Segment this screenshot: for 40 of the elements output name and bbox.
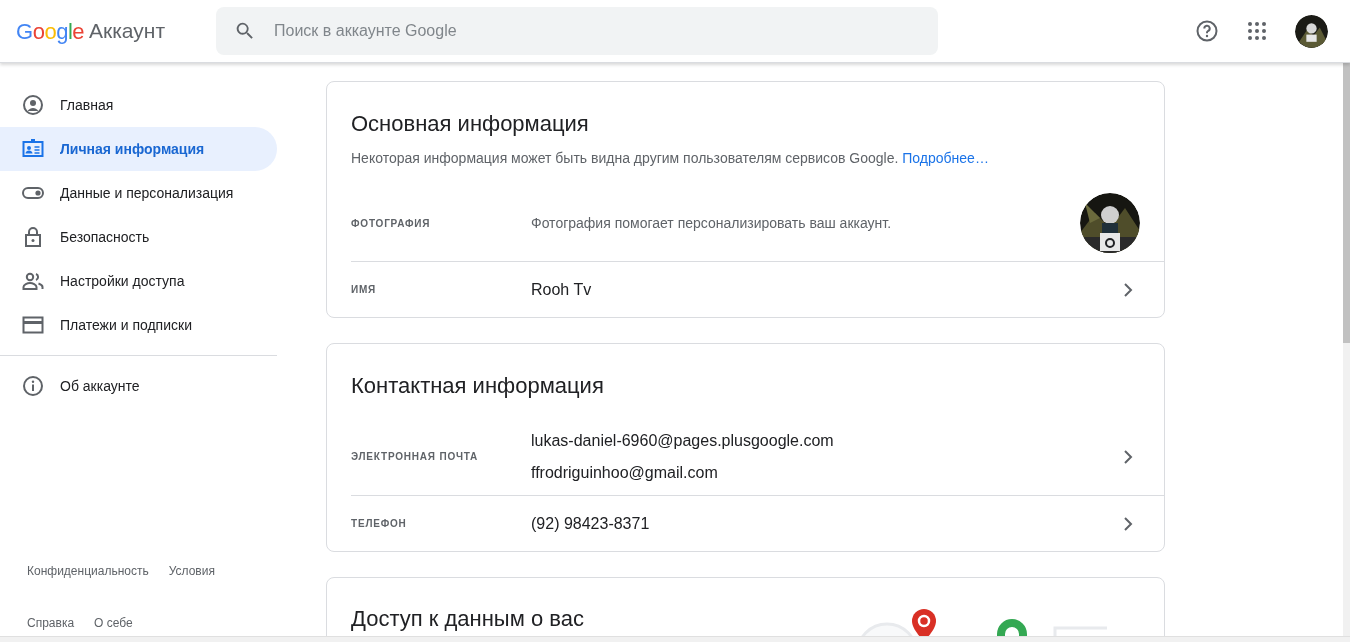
nav-item[interactable]: Данные и персонализация (0, 171, 277, 215)
row-label: ФОТОГРАФИЯ (351, 216, 432, 231)
camera-icon[interactable] (1100, 233, 1120, 251)
card-description: Некоторая информация может быть видна другим пользователям сервисов Google. Подробнее… (350, 149, 990, 168)
learn-more-link[interactable]: Подробнее… (902, 150, 989, 166)
avatar-button[interactable] (1295, 14, 1328, 48)
footer-link[interactable]: Справка (27, 614, 75, 632)
help-icon[interactable] (1195, 19, 1219, 43)
row-value: Фотография помогает персонализировать ваш аккаунт. (531, 213, 893, 233)
search-field[interactable]: Поиск в аккаунте Google (216, 7, 938, 55)
row-value: Rooh Tv (531, 279, 593, 300)
row-label: ЭЛЕКТРОННАЯ ПОЧТА (351, 450, 480, 464)
nav-item[interactable]: Безопасность (0, 215, 277, 259)
info-row[interactable]: ТЕЛЕФОН (92) 98423-8371 (351, 495, 1164, 551)
nav-item[interactable]: Главная (0, 83, 277, 127)
info-row[interactable]: ЭЛЕКТРОННАЯ ПОЧТА lukas-daniel-6960@pages.plusgoogle.com ffrodriguinhoo@gmail.com (351, 418, 1164, 495)
row-label: ТЕЛЕФОН (351, 517, 408, 531)
card-title: Контактная информация (351, 372, 604, 400)
nav-item[interactable]: Об аккаунте (0, 364, 277, 408)
account-circle-icon (21, 93, 45, 117)
info-row[interactable]: ФОТОГРАФИЯ Фотография помогает персонализировать ваш аккаунт. (351, 185, 1164, 261)
nav-item[interactable]: Настройки доступа (0, 259, 277, 303)
card-title: Доступ к данным о вас (351, 605, 584, 633)
search-icon[interactable] (234, 20, 256, 42)
apps-grid-icon[interactable] (1245, 19, 1269, 43)
row-value: ffrodriguinhoo@gmail.com (531, 462, 719, 483)
nav-item[interactable]: Платежи и подписки (0, 303, 277, 347)
product-name: Аккаунт (89, 18, 166, 45)
info-row[interactable]: ИМЯ Rooh Tv (351, 261, 1164, 317)
nav-item[interactable]: Личная информация (0, 127, 277, 171)
google-logo[interactable]: Google (16, 14, 84, 48)
footer-link[interactable]: Конфиденциальность (27, 562, 149, 580)
scrollbar-thumb[interactable] (1343, 63, 1350, 343)
row-value: (92) 98423-8371 (531, 513, 651, 534)
footer-link[interactable]: О себе (94, 614, 133, 632)
footer-link[interactable]: Условия (168, 562, 215, 580)
card-title: Основная информация (351, 110, 589, 138)
info-icon (21, 374, 45, 398)
row-label: ИМЯ (351, 283, 378, 297)
row-value: lukas-daniel-6960@pages.plusgoogle.com (531, 430, 835, 451)
